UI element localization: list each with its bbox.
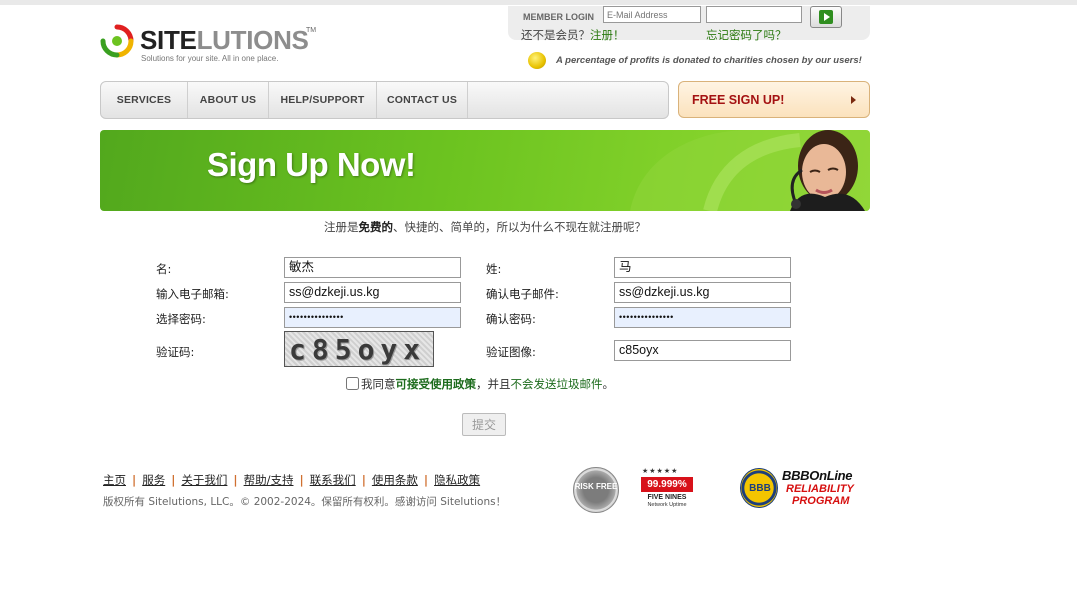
submit-button[interactable]: 提交: [462, 413, 506, 436]
first-name-label: 名:: [156, 262, 172, 276]
footer-link-home[interactable]: 主页: [103, 473, 126, 487]
banner-title: Sign Up Now!: [207, 146, 416, 183]
footer-link-help[interactable]: 帮助/支持: [244, 473, 294, 487]
password-label: 选择密码:: [156, 312, 206, 326]
charity-text: A percentage of profits is donated to ch…: [556, 55, 862, 66]
chevron-right-icon: [851, 96, 856, 104]
login-submit-button[interactable]: [810, 6, 842, 28]
top-strip: [0, 0, 1077, 5]
confirm-password-label: 确认密码:: [486, 312, 536, 326]
confirm-password-input[interactable]: •••••••••••••••: [614, 307, 791, 328]
not-member-text: 还不是会员？注册！: [521, 27, 625, 43]
footer-link-privacy[interactable]: 隐私政策: [434, 473, 480, 487]
site-logo[interactable]: SITELUTIONS TM Solutions for your site. …: [100, 24, 330, 66]
bbb-seal-icon: BBB: [740, 468, 778, 508]
logo-tagline: Solutions for your site. All in one plac…: [141, 54, 279, 63]
agree-terms-checkbox[interactable]: [346, 377, 359, 390]
risk-free-badge: RISK FREE: [573, 467, 619, 513]
confirm-email-input[interactable]: ss@dzkeji.us.kg: [614, 282, 791, 303]
footer-links: 主页 | 服务 | 关于我们 | 帮助/支持 | 联系我们 | 使用条款 | 隐私政策: [103, 472, 480, 488]
footer-separator: |: [171, 473, 176, 487]
signup-intro: 注册是免费的、快捷的、简单的，所以为什么不现在就注册呢？: [0, 219, 970, 235]
acceptable-use-policy-link[interactable]: 可接受使用政策: [396, 377, 477, 391]
intro-bold: 免费的: [358, 220, 394, 234]
agree-end: 。: [602, 377, 615, 391]
captcha-input[interactable]: c85oyx: [614, 340, 791, 361]
email-label: 输入电子邮箱:: [156, 287, 229, 301]
not-member-label: 还不是会员？: [521, 28, 590, 42]
free-signup-button[interactable]: FREE SIGN UP!: [678, 81, 870, 118]
footer-separator: |: [233, 473, 238, 487]
last-name-label: 姓:: [486, 262, 502, 276]
member-login-label: MEMBER LOGIN: [523, 12, 594, 22]
free-signup-label: FREE SIGN UP!: [692, 93, 785, 107]
footer-separator: |: [423, 473, 429, 487]
register-link[interactable]: 注册！: [590, 28, 625, 42]
bbb-reliability-badge[interactable]: BBB BBBOnLine RELIABILITY PROGRAM: [740, 468, 870, 510]
main-nav: SERVICES ABOUT US HELP/SUPPORT CONTACT U…: [100, 81, 669, 119]
footer-link-about[interactable]: 关于我们: [181, 473, 227, 487]
bbb-seal-text: BBB: [749, 483, 771, 494]
nav-item-about-us[interactable]: ABOUT US: [188, 82, 269, 118]
uptime-percent: 99.999%: [641, 477, 693, 492]
footer-separator: |: [132, 473, 137, 487]
five-nines-title: FIVE NINES: [647, 494, 687, 501]
five-nines-badge: ★★★★★ 99.999% FIVE NINES Network Uptime: [638, 467, 696, 511]
footer-link-services[interactable]: 服务: [142, 473, 165, 487]
footer-separator: |: [361, 473, 366, 487]
bbb-program-text: PROGRAM: [792, 495, 850, 507]
logo-swirl-icon: [100, 24, 134, 58]
captcha-label: 验证码:: [156, 345, 195, 359]
captcha-image: c85oyx: [284, 331, 434, 367]
coin-icon: [528, 52, 546, 69]
intro-part1: 注册是: [324, 220, 359, 234]
login-password-input[interactable]: [706, 6, 802, 23]
logo-word-bold: SITE: [140, 25, 197, 55]
logo-trademark: TM: [306, 27, 317, 34]
agree-mid: ，并且: [476, 377, 511, 391]
play-arrow-icon: [819, 10, 833, 24]
intro-part2: 、快捷的、简单的，所以为什么不现在就注册呢？: [393, 220, 646, 234]
logo-wordmark: SITELUTIONS: [140, 25, 309, 55]
network-uptime-text: Network Uptime: [647, 502, 687, 508]
captcha-image-text: c85oyx: [289, 333, 427, 366]
last-name-input[interactable]: 马: [614, 257, 791, 278]
password-input[interactable]: •••••••••••••••: [284, 307, 461, 328]
footer-separator: |: [299, 473, 304, 487]
bbb-reliability-text: RELIABILITY: [786, 483, 854, 495]
footer-link-terms[interactable]: 使用条款: [372, 473, 418, 487]
bbb-online-text: BBBOnLine: [782, 468, 853, 483]
captcha-input-label: 验证图像:: [486, 345, 536, 359]
footer-copyright: 版权所有 Sitelutions, LLC。© 2002-2024。保留所有权利…: [103, 496, 507, 508]
no-spam-text: 不会发送垃圾邮件: [510, 377, 603, 391]
risk-free-text: RISK FREE: [574, 482, 618, 491]
logo-word-light: LUTIONS: [196, 25, 309, 55]
nav-item-help-support[interactable]: HELP/SUPPORT: [269, 82, 377, 118]
nav-item-services[interactable]: SERVICES: [101, 82, 188, 118]
first-name-input[interactable]: 敏杰: [284, 257, 461, 278]
member-login-panel: MEMBER LOGIN 还不是会员？注册！ 忘记密码了吗？: [508, 6, 870, 43]
email-input[interactable]: ss@dzkeji.us.kg: [284, 282, 461, 303]
agree-terms-row: 我同意可接受使用政策，并且不会发送垃圾邮件。: [346, 376, 614, 392]
footer-link-contact[interactable]: 联系我们: [310, 473, 356, 487]
agree-prefix: 我同意: [361, 377, 396, 391]
signup-banner: Sign Up Now!: [100, 130, 870, 211]
confirm-email-label: 确认电子邮件:: [486, 287, 559, 301]
star-rating-icon: ★★★★★: [642, 467, 679, 475]
nav-item-contact-us[interactable]: CONTACT US: [377, 82, 468, 118]
login-email-input[interactable]: [603, 6, 701, 23]
forgot-password-link[interactable]: 忘记密码了吗？: [706, 27, 787, 43]
support-agent-image: [790, 130, 865, 211]
